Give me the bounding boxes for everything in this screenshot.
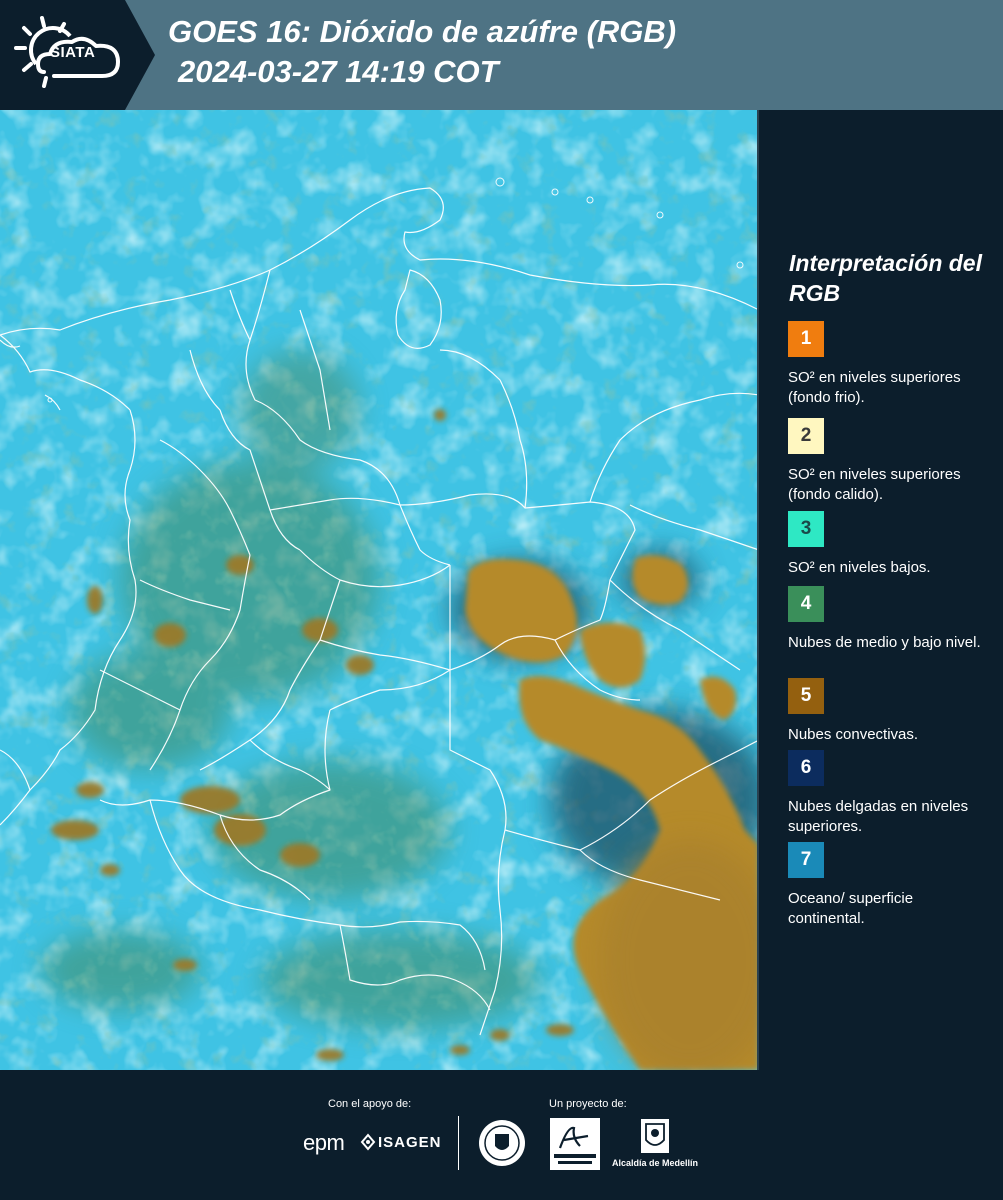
logo-text: SIATA [50,44,96,61]
satellite-map[interactable] [0,110,759,1070]
legend-text: Nubes de medio y bajo nivel. [788,634,981,651]
legend-text: SO² en niveles superiores (fondo calido)… [788,466,961,503]
support-label: Con el apoyo de: [328,1098,412,1110]
epm-logo: epm [303,1130,345,1155]
legend-item-2: 2 SO² en niveles superiores (fondo calid… [788,418,988,505]
legend-item-7: 7 Oceano/ superficie continental. [788,842,988,929]
legend-item-6: 6 Nubes delgadas en niveles superiores. [788,750,988,837]
legend-item-5: 5 Nubes convectivas. [788,678,988,745]
legend-swatch-3: 3 [788,511,824,547]
legend-swatch-1: 1 [788,321,824,357]
footer: Con el apoyo de: Un proyecto de: epm ISA… [0,1070,1003,1200]
legend-number: 7 [800,849,812,870]
legend-swatch-7: 7 [788,842,824,878]
legend-number: 2 [800,425,812,446]
area-metropolitana-logo-icon [550,1118,600,1170]
legend-text: Nubes convectivas. [788,726,919,743]
page-timestamp: 2024-03-27 14:19 COT [178,54,499,89]
legend-number: 3 [800,518,812,539]
project-label: Un proyecto de: [549,1098,627,1110]
isagen-logo: ISAGEN [378,1134,442,1151]
legend-swatch-2: 2 [788,418,824,454]
legend-item-4: 4 Nubes de medio y bajo nivel. [788,586,988,653]
legend-text: SO² en niveles bajos. [788,559,931,576]
legend-number: 5 [800,685,812,706]
legend-text: SO² en niveles superiores (fondo frio). [788,369,961,406]
legend-item-1: 1 SO² en niveles superiores (fondo frio)… [788,321,988,408]
legend-panel: Interpretación del RGB 1 SO² en niveles … [762,110,1003,1070]
legend-number: 1 [800,328,812,349]
legend-item-3: 3 SO² en niveles bajos. [788,511,988,578]
alcaldia-escudo-icon [641,1119,669,1153]
isagen-logo-icon [360,1133,376,1151]
satellite-image [0,110,757,1070]
divider [458,1116,459,1170]
legend-text: Oceano/ superficie continental. [788,890,914,927]
legend-swatch-5: 5 [788,678,824,714]
legend-swatch-6: 6 [788,750,824,786]
medellin-seal-icon [479,1120,525,1166]
legend-number: 4 [800,593,812,614]
legend-swatch-4: 4 [788,586,824,622]
header: SIATA GOES 16: Dióxido de azúfre (RGB) 2… [0,0,1003,110]
page-title: GOES 16: Dióxido de azúfre (RGB) [168,14,677,49]
alcaldia-label: Alcaldía de Medellín [612,1158,699,1168]
legend-text: Nubes delgadas en niveles superiores. [788,798,969,835]
legend-number: 6 [800,757,812,778]
legend-title: Interpretación del RGB [789,250,982,306]
